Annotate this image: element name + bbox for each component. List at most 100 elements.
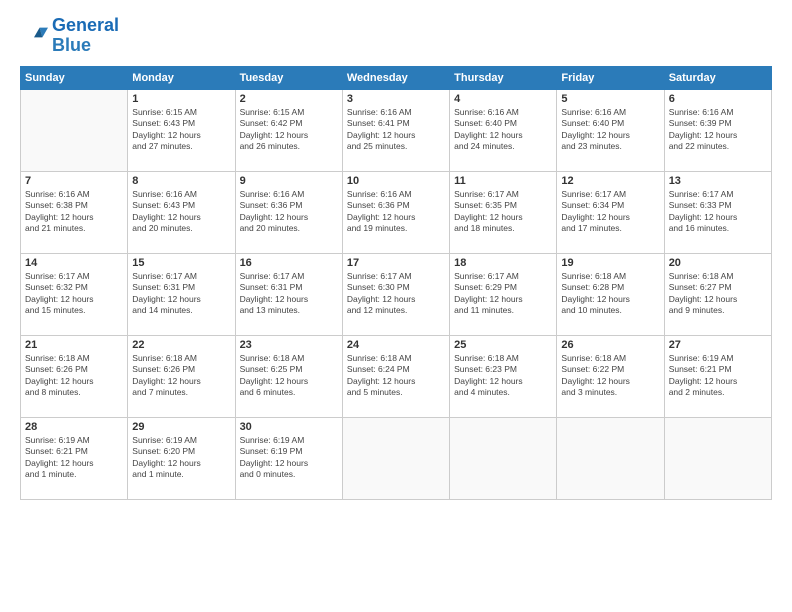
- calendar-cell: 10 Sunrise: 6:16 AM Sunset: 6:36 PM Dayli…: [342, 171, 449, 253]
- day-number: 13: [669, 175, 767, 187]
- day-number: 19: [561, 257, 659, 269]
- calendar-cell: [557, 417, 664, 499]
- day-info: Sunrise: 6:15 AM Sunset: 6:43 PM Dayligh…: [132, 107, 230, 153]
- calendar-cell: [664, 417, 771, 499]
- day-number: 26: [561, 339, 659, 351]
- day-info: Sunrise: 6:15 AM Sunset: 6:42 PM Dayligh…: [240, 107, 338, 153]
- day-header-monday: Monday: [128, 66, 235, 89]
- day-number: 16: [240, 257, 338, 269]
- day-info: Sunrise: 6:17 AM Sunset: 6:29 PM Dayligh…: [454, 271, 552, 317]
- day-number: 25: [454, 339, 552, 351]
- day-info: Sunrise: 6:17 AM Sunset: 6:33 PM Dayligh…: [669, 189, 767, 235]
- calendar-cell: 18 Sunrise: 6:17 AM Sunset: 6:29 PM Dayli…: [450, 253, 557, 335]
- calendar-cell: 19 Sunrise: 6:18 AM Sunset: 6:28 PM Dayli…: [557, 253, 664, 335]
- day-number: 20: [669, 257, 767, 269]
- calendar-cell: [450, 417, 557, 499]
- calendar-cell: 28 Sunrise: 6:19 AM Sunset: 6:21 PM Dayli…: [21, 417, 128, 499]
- page: General Blue SundayMondayTuesdayWednesda…: [0, 0, 792, 612]
- calendar-cell: 14 Sunrise: 6:17 AM Sunset: 6:32 PM Dayli…: [21, 253, 128, 335]
- calendar-cell: [342, 417, 449, 499]
- day-info: Sunrise: 6:18 AM Sunset: 6:22 PM Dayligh…: [561, 353, 659, 399]
- day-number: 22: [132, 339, 230, 351]
- calendar-cell: 9 Sunrise: 6:16 AM Sunset: 6:36 PM Daylig…: [235, 171, 342, 253]
- calendar-cell: 7 Sunrise: 6:16 AM Sunset: 6:38 PM Daylig…: [21, 171, 128, 253]
- day-info: Sunrise: 6:19 AM Sunset: 6:21 PM Dayligh…: [25, 435, 123, 481]
- day-header-sunday: Sunday: [21, 66, 128, 89]
- day-info: Sunrise: 6:17 AM Sunset: 6:30 PM Dayligh…: [347, 271, 445, 317]
- calendar-cell: 4 Sunrise: 6:16 AM Sunset: 6:40 PM Daylig…: [450, 89, 557, 171]
- day-number: 3: [347, 93, 445, 105]
- day-number: 7: [25, 175, 123, 187]
- day-number: 5: [561, 93, 659, 105]
- calendar-cell: 2 Sunrise: 6:15 AM Sunset: 6:42 PM Daylig…: [235, 89, 342, 171]
- day-header-wednesday: Wednesday: [342, 66, 449, 89]
- day-number: 29: [132, 421, 230, 433]
- day-info: Sunrise: 6:19 AM Sunset: 6:21 PM Dayligh…: [669, 353, 767, 399]
- day-number: 23: [240, 339, 338, 351]
- day-number: 8: [132, 175, 230, 187]
- day-header-tuesday: Tuesday: [235, 66, 342, 89]
- day-header-thursday: Thursday: [450, 66, 557, 89]
- calendar-cell: 12 Sunrise: 6:17 AM Sunset: 6:34 PM Dayli…: [557, 171, 664, 253]
- day-number: 18: [454, 257, 552, 269]
- day-number: 9: [240, 175, 338, 187]
- day-number: 24: [347, 339, 445, 351]
- day-number: 2: [240, 93, 338, 105]
- day-number: 4: [454, 93, 552, 105]
- day-info: Sunrise: 6:16 AM Sunset: 6:38 PM Dayligh…: [25, 189, 123, 235]
- calendar-cell: 6 Sunrise: 6:16 AM Sunset: 6:39 PM Daylig…: [664, 89, 771, 171]
- calendar-cell: 21 Sunrise: 6:18 AM Sunset: 6:26 PM Dayli…: [21, 335, 128, 417]
- calendar: SundayMondayTuesdayWednesdayThursdayFrid…: [20, 66, 772, 500]
- day-info: Sunrise: 6:16 AM Sunset: 6:36 PM Dayligh…: [347, 189, 445, 235]
- day-info: Sunrise: 6:18 AM Sunset: 6:23 PM Dayligh…: [454, 353, 552, 399]
- calendar-header-row: SundayMondayTuesdayWednesdayThursdayFrid…: [21, 66, 772, 89]
- day-info: Sunrise: 6:18 AM Sunset: 6:24 PM Dayligh…: [347, 353, 445, 399]
- day-number: 10: [347, 175, 445, 187]
- day-info: Sunrise: 6:17 AM Sunset: 6:32 PM Dayligh…: [25, 271, 123, 317]
- day-number: 21: [25, 339, 123, 351]
- day-number: 12: [561, 175, 659, 187]
- calendar-cell: 27 Sunrise: 6:19 AM Sunset: 6:21 PM Dayli…: [664, 335, 771, 417]
- logo: General Blue: [20, 16, 119, 56]
- day-info: Sunrise: 6:17 AM Sunset: 6:31 PM Dayligh…: [132, 271, 230, 317]
- calendar-cell: [21, 89, 128, 171]
- calendar-cell: 1Sunrise: 6:15 AM Sunset: 6:43 PM Daylig…: [128, 89, 235, 171]
- day-header-friday: Friday: [557, 66, 664, 89]
- day-number: 15: [132, 257, 230, 269]
- day-number: 17: [347, 257, 445, 269]
- calendar-cell: 24 Sunrise: 6:18 AM Sunset: 6:24 PM Dayli…: [342, 335, 449, 417]
- day-number: 28: [25, 421, 123, 433]
- calendar-cell: 8 Sunrise: 6:16 AM Sunset: 6:43 PM Daylig…: [128, 171, 235, 253]
- calendar-cell: 3 Sunrise: 6:16 AM Sunset: 6:41 PM Daylig…: [342, 89, 449, 171]
- day-number: 14: [25, 257, 123, 269]
- day-info: Sunrise: 6:16 AM Sunset: 6:43 PM Dayligh…: [132, 189, 230, 235]
- calendar-cell: 15 Sunrise: 6:17 AM Sunset: 6:31 PM Dayli…: [128, 253, 235, 335]
- day-info: Sunrise: 6:18 AM Sunset: 6:26 PM Dayligh…: [25, 353, 123, 399]
- calendar-cell: 29 Sunrise: 6:19 AM Sunset: 6:20 PM Dayli…: [128, 417, 235, 499]
- calendar-cell: 25 Sunrise: 6:18 AM Sunset: 6:23 PM Dayli…: [450, 335, 557, 417]
- logo-icon: [20, 22, 48, 50]
- calendar-cell: 11Sunrise: 6:17 AM Sunset: 6:35 PM Dayli…: [450, 171, 557, 253]
- day-info: Sunrise: 6:18 AM Sunset: 6:26 PM Dayligh…: [132, 353, 230, 399]
- header: General Blue: [20, 16, 772, 56]
- day-info: Sunrise: 6:16 AM Sunset: 6:40 PM Dayligh…: [454, 107, 552, 153]
- day-info: Sunrise: 6:18 AM Sunset: 6:27 PM Dayligh…: [669, 271, 767, 317]
- calendar-cell: 20 Sunrise: 6:18 AM Sunset: 6:27 PM Dayli…: [664, 253, 771, 335]
- day-header-saturday: Saturday: [664, 66, 771, 89]
- day-info: Sunrise: 6:16 AM Sunset: 6:41 PM Dayligh…: [347, 107, 445, 153]
- day-info: Sunrise: 6:17 AM Sunset: 6:35 PM Dayligh…: [454, 189, 552, 235]
- day-info: Sunrise: 6:16 AM Sunset: 6:36 PM Dayligh…: [240, 189, 338, 235]
- day-number: 27: [669, 339, 767, 351]
- day-info: Sunrise: 6:19 AM Sunset: 6:19 PM Dayligh…: [240, 435, 338, 481]
- day-number: 6: [669, 93, 767, 105]
- day-info: Sunrise: 6:19 AM Sunset: 6:20 PM Dayligh…: [132, 435, 230, 481]
- day-info: Sunrise: 6:17 AM Sunset: 6:34 PM Dayligh…: [561, 189, 659, 235]
- calendar-cell: 30Sunrise: 6:19 AM Sunset: 6:19 PM Dayli…: [235, 417, 342, 499]
- calendar-body: 1Sunrise: 6:15 AM Sunset: 6:43 PM Daylig…: [21, 89, 772, 499]
- day-info: Sunrise: 6:18 AM Sunset: 6:28 PM Dayligh…: [561, 271, 659, 317]
- calendar-cell: 23 Sunrise: 6:18 AM Sunset: 6:25 PM Dayli…: [235, 335, 342, 417]
- day-info: Sunrise: 6:18 AM Sunset: 6:25 PM Dayligh…: [240, 353, 338, 399]
- week-row-2: 14 Sunrise: 6:17 AM Sunset: 6:32 PM Dayli…: [21, 253, 772, 335]
- day-info: Sunrise: 6:17 AM Sunset: 6:31 PM Dayligh…: [240, 271, 338, 317]
- day-info: Sunrise: 6:16 AM Sunset: 6:39 PM Dayligh…: [669, 107, 767, 153]
